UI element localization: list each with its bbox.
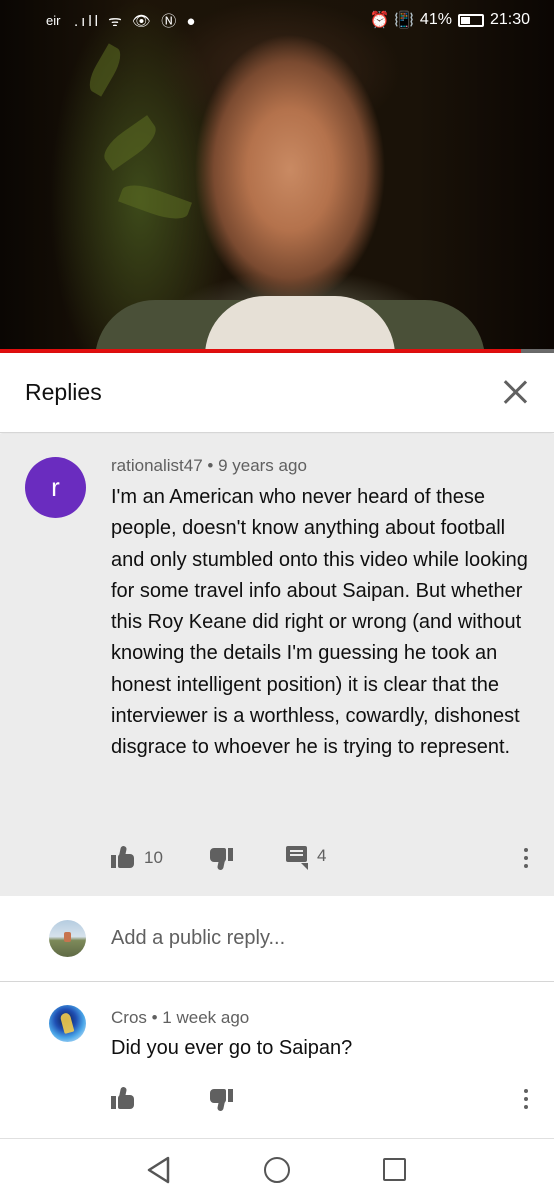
comment-text: I'm an American who never heard of these… [111, 486, 528, 759]
comment-icon [286, 846, 308, 870]
battery-icon [457, 13, 484, 27]
status-left-icons: .ıll ᯤ 👁 Ⓝ ● [74, 13, 199, 30]
like-button[interactable] [111, 1086, 135, 1111]
alarm-vibrate-icons: ⏰ 📳 [369, 12, 414, 29]
add-reply-bar[interactable]: Add a public reply... [0, 896, 554, 982]
comment-actions: 10 4 [111, 845, 541, 876]
back-triangle-icon[interactable] [146, 1156, 172, 1184]
like-button[interactable]: 10 [111, 845, 163, 870]
reply-button[interactable]: 4 [286, 846, 327, 870]
reply-count: 4 [317, 846, 327, 865]
shirt-shape [205, 296, 395, 352]
like-count: 10 [144, 848, 163, 867]
comment-actions [111, 1086, 541, 1117]
dislike-button[interactable] [209, 1087, 233, 1112]
clock-time: 21:30 [489, 11, 530, 28]
thumbs-up-icon [111, 1086, 135, 1111]
status-right: ⏰ 📳 41% 21:30 [370, 10, 530, 30]
replies-header: Replies [0, 353, 554, 433]
reply-comment: Cros • 1 week ago Did you ever go to Sai… [0, 983, 554, 1138]
thumbs-up-icon [111, 845, 135, 870]
battery-percent: 41% [419, 11, 452, 28]
main-comment: r rationalist47 • 9 years ago I'm an Ame… [0, 434, 554, 896]
close-icon[interactable] [498, 375, 532, 409]
comment-meta: Cros • 1 week ago [111, 1008, 250, 1027]
avatar[interactable]: r [25, 457, 86, 518]
more-options-icon[interactable] [523, 848, 529, 872]
comment-meta: rationalist47 • 9 years ago [111, 456, 307, 475]
comment-text: Did you ever go to Saipan? [111, 1037, 353, 1059]
carrier-label: eir [46, 13, 61, 28]
system-nav-bar [0, 1138, 554, 1200]
dislike-button[interactable] [209, 846, 233, 871]
add-reply-input[interactable]: Add a public reply... [111, 927, 285, 950]
avatar[interactable] [49, 1005, 86, 1042]
thumbs-down-icon [209, 1087, 233, 1112]
user-avatar [49, 920, 86, 957]
more-options-icon[interactable] [523, 1089, 529, 1113]
thumbs-down-icon [209, 846, 233, 871]
video-player[interactable]: eir .ıll ᯤ 👁 Ⓝ ● ⏰ 📳 41% 21:30 [0, 0, 554, 352]
home-circle-icon[interactable] [264, 1157, 290, 1183]
recents-square-icon[interactable] [383, 1158, 406, 1181]
screen: eir .ıll ᯤ 👁 Ⓝ ● ⏰ 📳 41% 21:30 Replies r… [0, 0, 554, 1200]
status-bar: eir .ıll ᯤ 👁 Ⓝ ● ⏰ 📳 41% 21:30 [0, 0, 554, 42]
replies-title: Replies [25, 379, 102, 405]
